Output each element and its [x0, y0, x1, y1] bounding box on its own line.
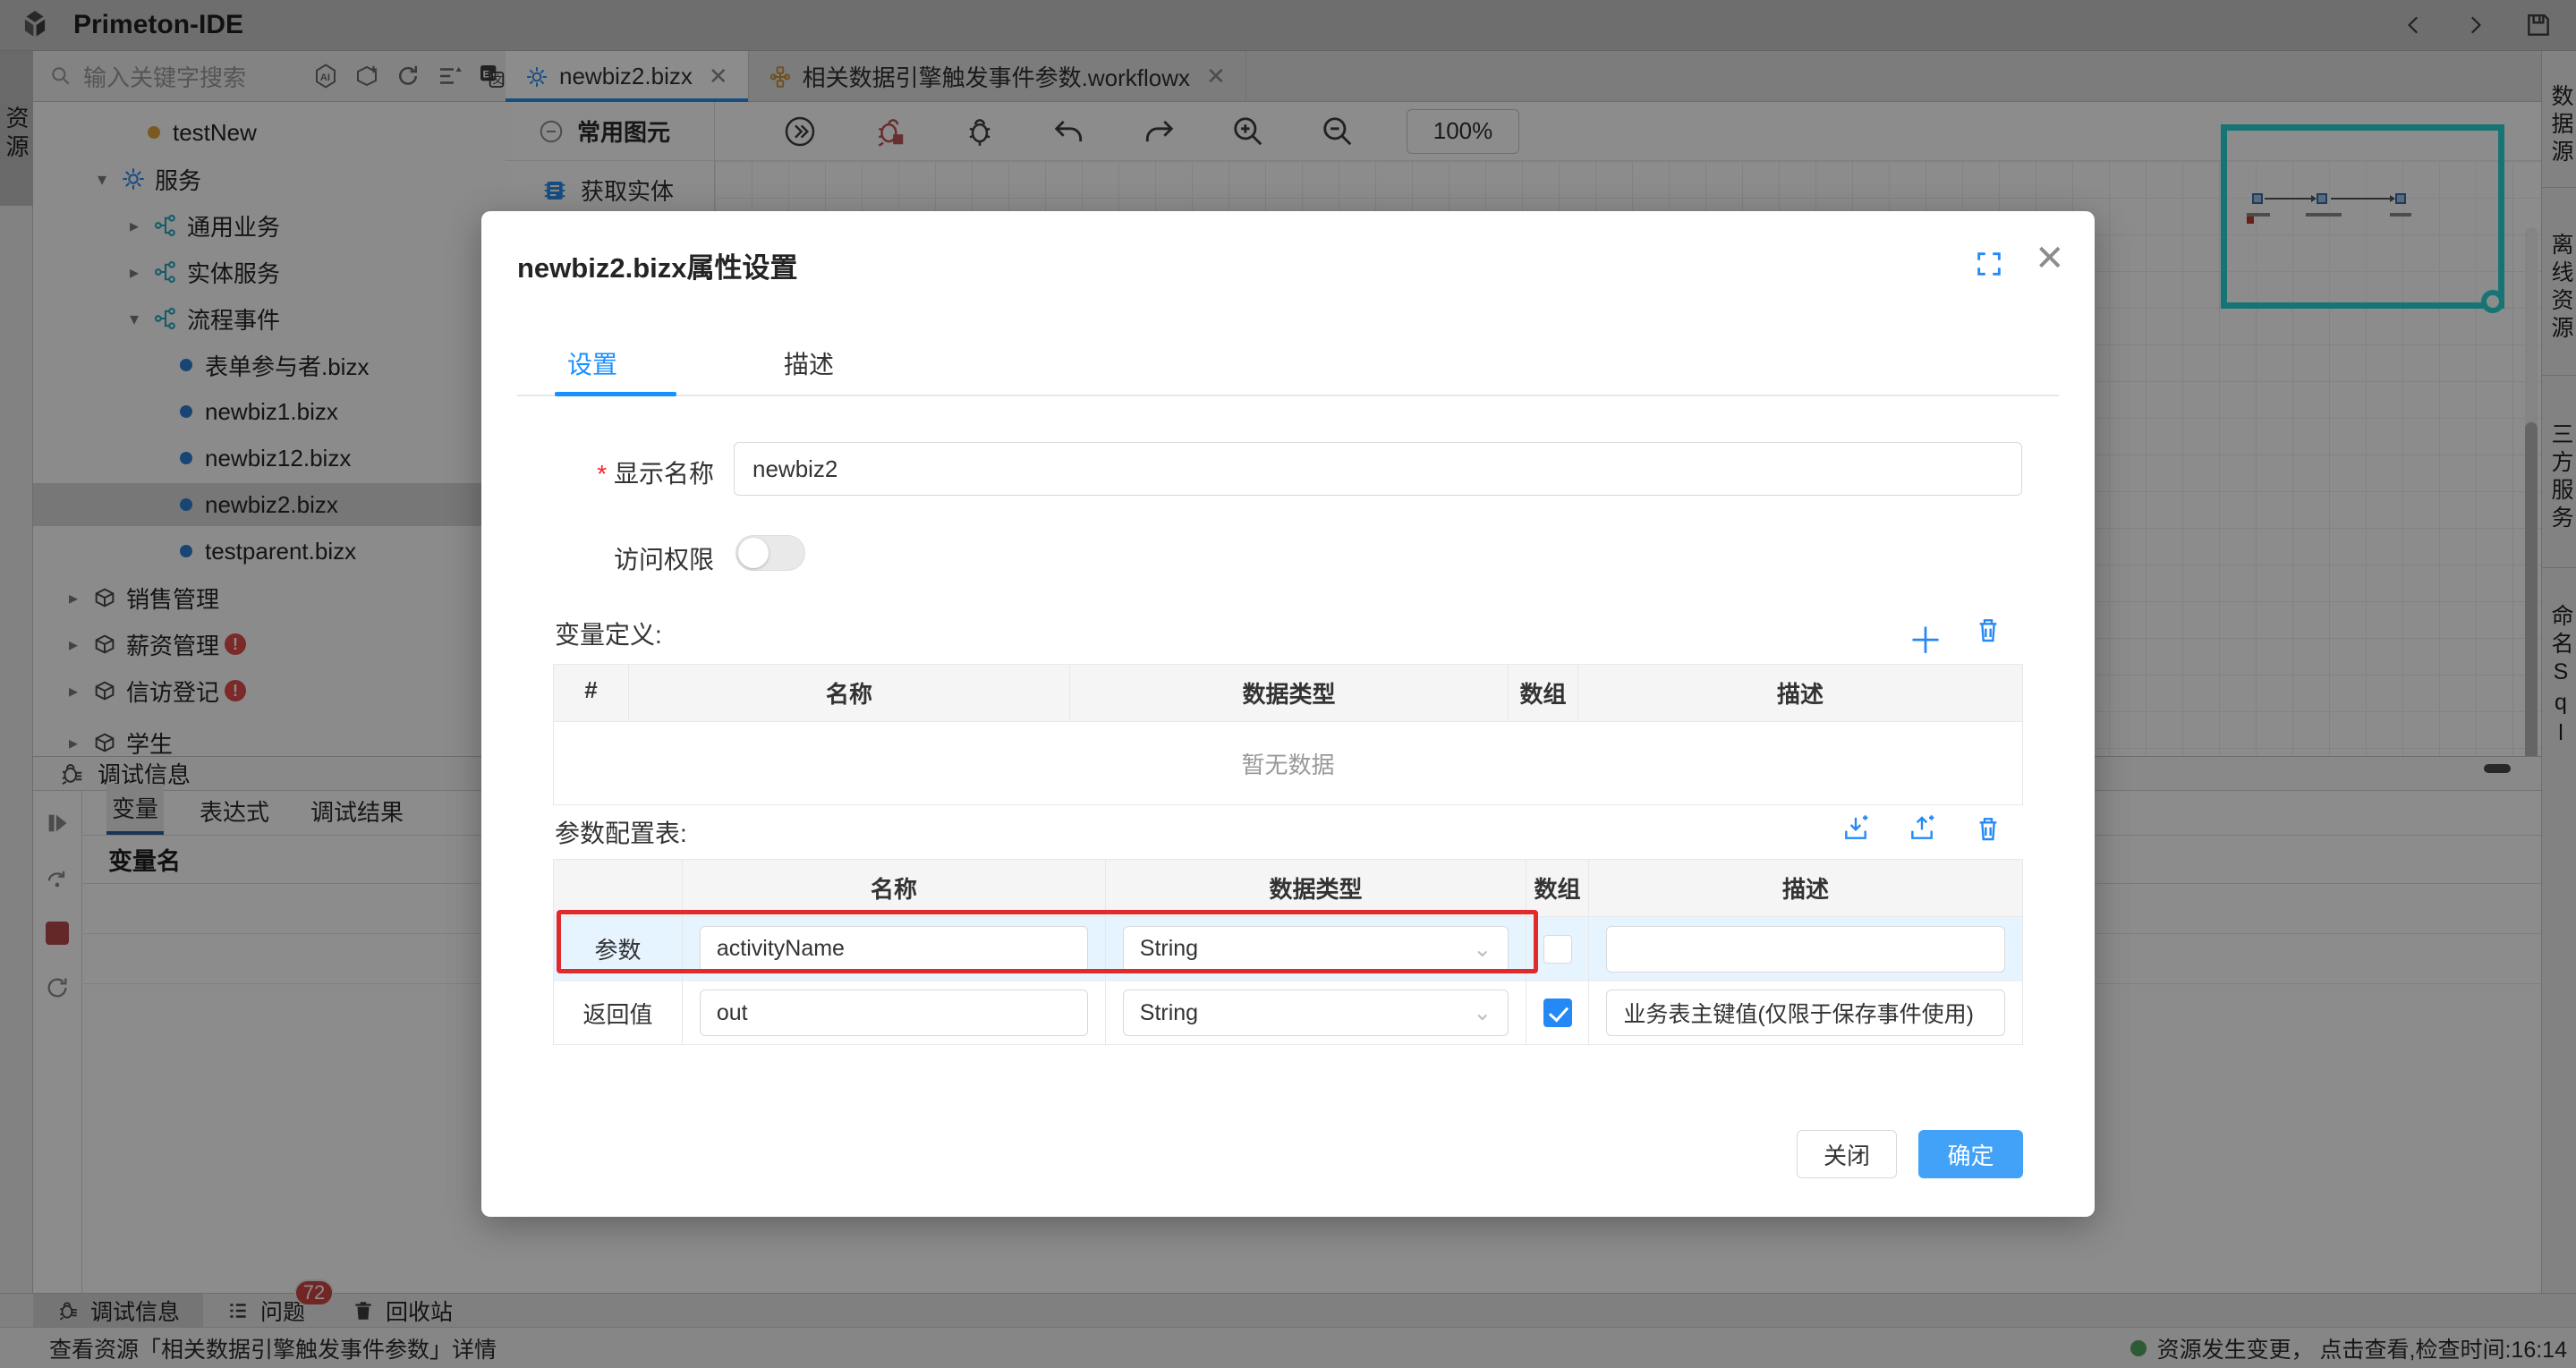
- toggle-knob: [738, 538, 769, 568]
- fullscreen-icon[interactable]: [1974, 249, 2004, 279]
- access-label: 访问权限: [571, 540, 714, 576]
- empty-data-row: 暂无数据: [554, 722, 2022, 804]
- param-desc-input[interactable]: 业务表主键值(仅限于保存事件使用): [1606, 990, 2004, 1036]
- export-params-icon[interactable]: [1908, 814, 1936, 843]
- confirm-button[interactable]: 确定: [1918, 1130, 2023, 1178]
- access-toggle[interactable]: [735, 535, 805, 571]
- array-checkbox[interactable]: [1543, 935, 1572, 964]
- param-name-input[interactable]: out: [700, 990, 1088, 1036]
- display-name-label: 显示名称: [571, 455, 714, 490]
- dialog-tab-description[interactable]: 描述: [784, 345, 834, 381]
- param-type-select[interactable]: String⌄: [1123, 926, 1509, 973]
- params-section-label: 参数配置表:: [555, 814, 687, 850]
- variables-table: # 名称 数据类型 数组 描述 暂无数据: [553, 664, 2023, 805]
- param-row: 返回值 out String⌄ 业务表主键值(仅限于保存事件使用): [554, 981, 2022, 1044]
- variables-table-header-row: # 名称 数据类型 数组 描述: [554, 665, 2022, 722]
- param-type-select[interactable]: String⌄: [1123, 990, 1509, 1036]
- dialog-title: newbiz2.bizx属性设置: [517, 245, 797, 285]
- dialog-tab-settings[interactable]: 设置: [567, 345, 617, 381]
- params-table: 名称 数据类型 数组 描述 参数 activityName String⌄ 返回…: [553, 859, 2023, 1045]
- param-row: 参数 activityName String⌄: [554, 917, 2022, 981]
- properties-dialog: newbiz2.bizx属性设置 ✕ 设置 描述 显示名称 newbiz2 访问…: [481, 211, 2095, 1217]
- params-table-header-row: 名称 数据类型 数组 描述: [554, 860, 2022, 917]
- param-name-input[interactable]: activityName: [700, 926, 1088, 973]
- variables-section-label: 变量定义:: [555, 616, 662, 651]
- display-name-input[interactable]: newbiz2: [734, 442, 2022, 496]
- delete-variable-icon[interactable]: [1974, 616, 2002, 644]
- add-variable-icon[interactable]: ＋: [1908, 612, 1943, 664]
- close-icon[interactable]: ✕: [2035, 238, 2065, 279]
- param-desc-input[interactable]: [1606, 926, 2004, 973]
- active-tab-indicator: [555, 392, 676, 396]
- delete-param-icon[interactable]: [1974, 814, 2002, 843]
- array-checkbox-checked[interactable]: [1543, 998, 1572, 1027]
- tab-divider: [517, 395, 2059, 396]
- import-params-icon[interactable]: [1841, 814, 1870, 843]
- chevron-down-icon: ⌄: [1473, 999, 1492, 1026]
- chevron-down-icon: ⌄: [1473, 936, 1492, 963]
- close-button[interactable]: 关闭: [1797, 1130, 1897, 1178]
